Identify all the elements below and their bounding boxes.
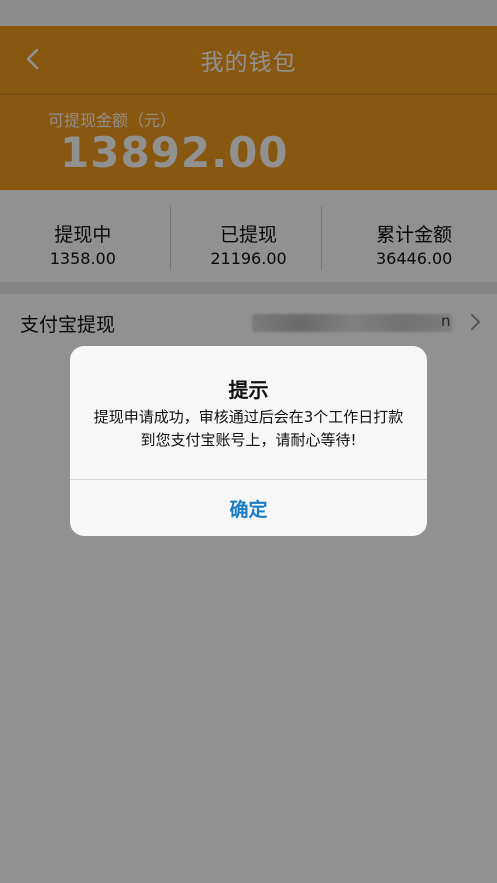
- dialog-message: 提现申请成功，审核通过后会在3个工作日打款到您支付宝账号上，请耐心等待!: [93, 408, 404, 449]
- dialog-title: 提示: [228, 378, 269, 402]
- alert-dialog: 提示 提现申请成功，审核通过后会在3个工作日打款到您支付宝账号上，请耐心等待! …: [70, 346, 427, 536]
- confirm-button[interactable]: 确定: [70, 480, 427, 536]
